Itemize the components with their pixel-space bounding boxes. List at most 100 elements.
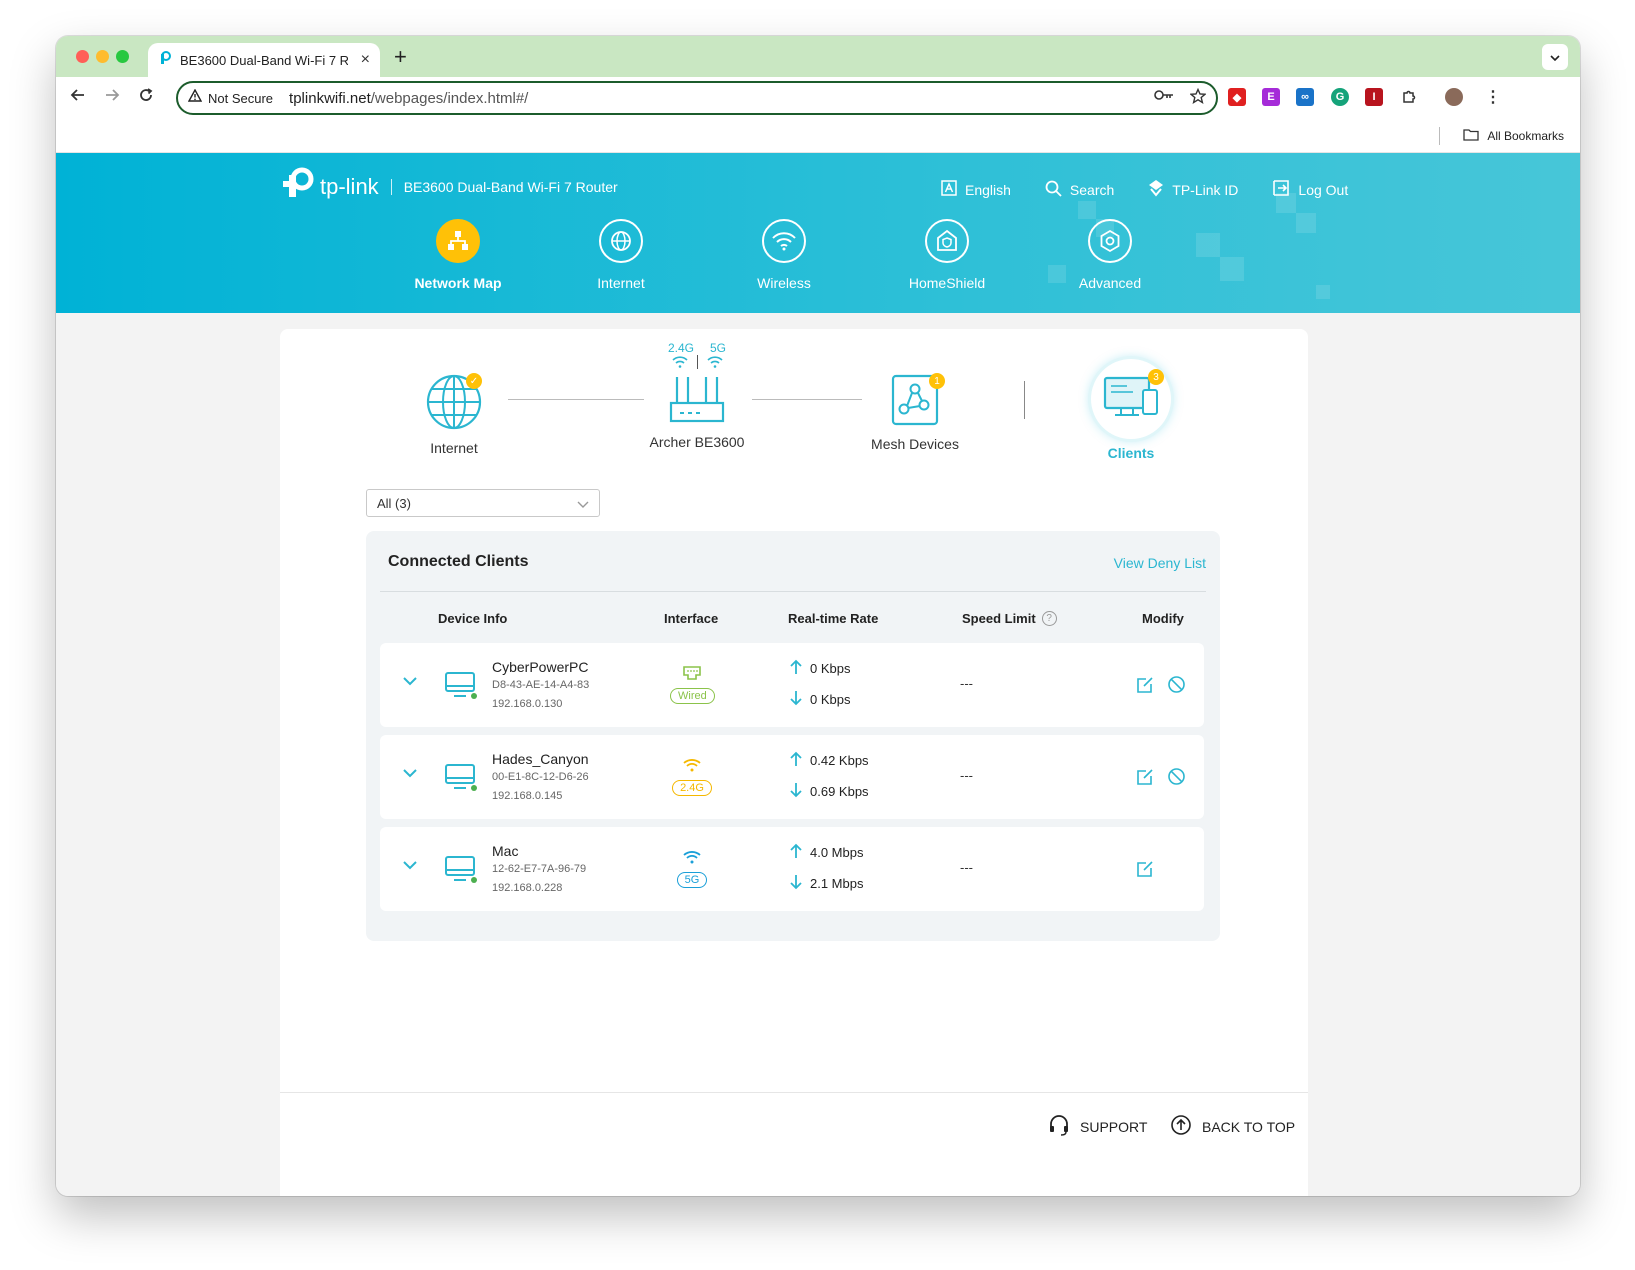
security-label[interactable]: Not Secure [208,91,273,106]
maximize-window-button[interactable] [116,50,129,63]
decor-square [1078,201,1096,219]
nav-wireless[interactable]: Wireless [714,219,854,291]
table-row: Mac 12-62-E7-7A-96-79 192.168.0.228 5G 4… [380,827,1204,911]
tab-search-button[interactable] [1542,44,1568,70]
tplink-id-button[interactable]: TP-Link ID [1148,179,1238,200]
brand-name: tp-link [320,174,379,199]
warning-triangle-icon [187,88,203,107]
download-value: 2.1 Mbps [810,876,864,891]
block-icon[interactable] [1167,767,1186,791]
topology-internet[interactable]: ✓ Internet [400,373,508,456]
bookmarks-bar: All Bookmarks [56,119,1580,153]
download-rate: 2.1 Mbps [790,874,863,893]
language-selector[interactable]: English [941,179,1011,200]
nav-network-map[interactable]: Network Map [388,219,528,291]
url-text[interactable]: tplinkwifi.net/webpages/index.html#/ [289,90,528,107]
mesh-devices-icon [890,374,940,430]
minimize-window-button[interactable] [96,50,109,63]
modify-actions [1136,859,1155,883]
address-bar[interactable]: Not Secure tplinkwifi.net/webpages/index… [176,81,1218,115]
browser-toolbar: Not Secure tplinkwifi.net/webpages/index… [56,77,1580,119]
router-header: tp-link BE3600 Dual-Band Wi-Fi 7 Router … [56,153,1580,313]
col-device-info-label: Device Info [438,611,508,626]
url-host: tplinkwifi.net [289,89,371,107]
tplink-id-icon [1148,179,1164,200]
bookmark-star-icon[interactable] [1189,87,1207,108]
folder-icon [1463,128,1479,144]
browser-tab[interactable]: BE3600 Dual-Band Wi-Fi 7 R… × [148,43,380,77]
view-deny-list-link[interactable]: View Deny List [1114,555,1206,571]
extension-red-icon[interactable]: ◆ [1228,88,1246,106]
wifi-24-icon [671,355,689,375]
expand-chevron-icon[interactable] [402,765,418,783]
client-ip: 192.168.0.228 [492,882,563,894]
interface-badge: 2.4G [672,780,712,796]
ethernet-icon [681,666,703,685]
extensions-puzzle-icon[interactable] [1400,88,1418,106]
decor-square [1296,213,1316,233]
band-24-label: 2.4G [667,341,694,355]
table-row: Hades_Canyon 00-E1-8C-12-D6-26 192.168.0… [380,735,1204,819]
search-button[interactable]: Search [1045,179,1114,200]
topology-link [508,399,644,400]
connected-clients-panel: Connected Clients View Deny List Device … [366,531,1220,941]
expand-chevron-icon[interactable] [402,673,418,691]
wifi-5-icon [682,851,702,869]
topology-router[interactable]: 2.4G 5G Archer BE3600 [640,341,754,450]
mesh-count-badge: 1 [929,373,945,389]
profile-avatar[interactable] [1445,88,1463,106]
nav-internet[interactable]: Internet [551,219,691,291]
reload-icon[interactable] [138,87,154,108]
col-interface-label: Interface [664,611,719,626]
nav-label: Network Map [414,275,502,291]
client-mac: D8-43-AE-14-A4-83 [492,679,590,691]
header-links: English Search TP-Link ID Log Out [941,179,1348,200]
nav-label: Internet [597,275,645,291]
upload-value: 4.0 Mbps [810,845,864,860]
password-key-icon[interactable] [1154,88,1174,108]
edit-icon[interactable] [1136,675,1155,699]
edit-icon[interactable] [1136,859,1155,883]
extension-i-icon[interactable]: I [1365,88,1383,106]
extension-e-icon[interactable]: E [1262,88,1280,106]
panel-title: Connected Clients [388,553,529,570]
internet-ok-badge: ✓ [466,373,482,389]
client-filter-select[interactable]: All (3) [366,489,600,517]
client-ip: 192.168.0.145 [492,790,563,802]
search-label: Search [1069,181,1115,198]
block-icon[interactable] [1167,675,1186,699]
upload-rate: 0 Kbps [790,659,850,678]
new-tab-button[interactable]: + [394,44,407,70]
topology-mesh-devices[interactable]: 1 Mesh Devices [860,373,970,452]
back-arrow-icon[interactable] [70,87,86,108]
topology-router-label: Archer BE3600 [649,434,745,450]
topology-clients[interactable]: 3 Clients [1076,359,1186,461]
download-rate: 0.69 Kbps [790,782,869,801]
nav-label: Wireless [757,275,811,291]
tab-title: BE3600 Dual-Band Wi-Fi 7 R… [180,52,348,68]
extension-grammarly-icon[interactable]: G [1331,88,1349,106]
logout-button[interactable]: Log Out [1272,179,1348,200]
edit-icon[interactable] [1136,767,1155,791]
decor-square [1196,233,1220,257]
upload-value: 0.42 Kbps [810,753,869,768]
close-window-button[interactable] [76,50,89,63]
wifi-5-icon [706,355,724,375]
logout-icon [1272,180,1290,199]
help-icon[interactable]: ? [1041,611,1057,626]
band-labels: 2.4G 5G [640,341,754,355]
tab-close-icon[interactable]: × [361,51,370,69]
tplink-logo[interactable]: tp-link BE3600 Dual-Band Wi-Fi 7 Router [282,167,618,207]
nav-advanced[interactable]: Advanced [1040,219,1180,291]
modify-actions [1136,767,1186,791]
col-rate-label: Real-time Rate [788,611,879,626]
all-bookmarks-button[interactable]: All Bookmarks [1463,128,1564,144]
expand-chevron-icon[interactable] [402,857,418,875]
extension-link-icon[interactable]: ∞ [1296,88,1314,106]
back-to-top-link[interactable]: BACK TO TOP [1170,1114,1295,1139]
forward-arrow-icon[interactable] [104,87,120,108]
interface-5g: 5G [670,849,714,888]
browser-menu-icon[interactable]: ⋮ [1484,88,1502,106]
support-link[interactable]: SUPPORT [1048,1114,1147,1139]
nav-homeshield[interactable]: HomeShield [877,219,1017,291]
